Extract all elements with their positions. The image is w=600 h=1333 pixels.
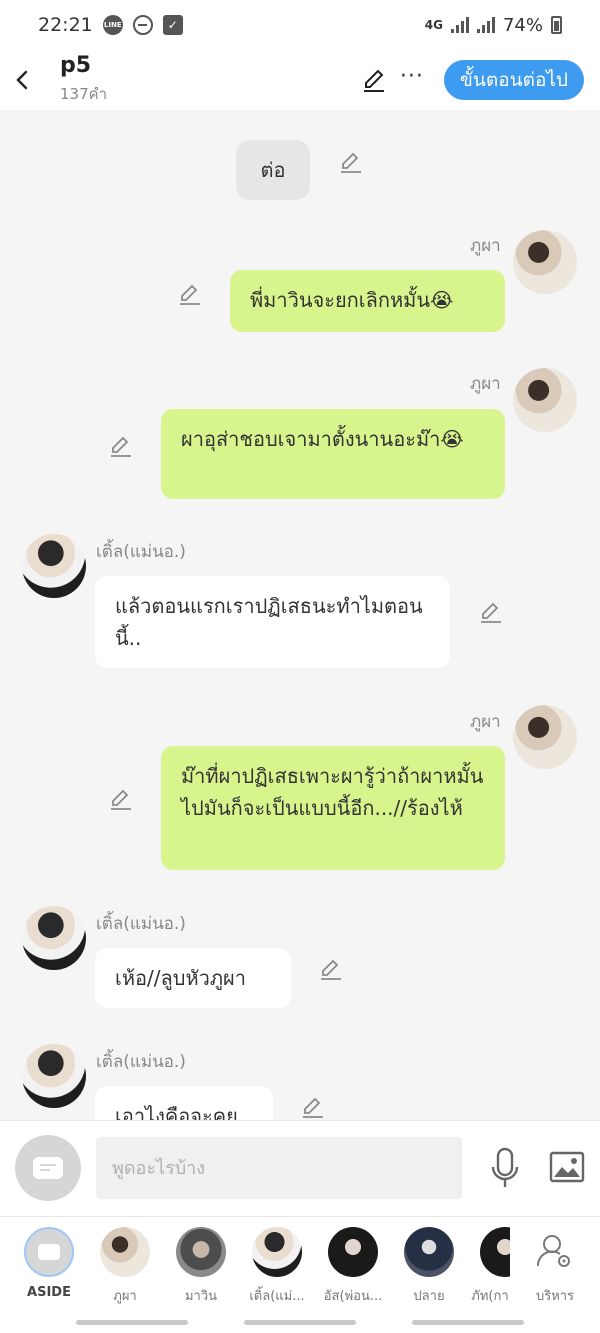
character-label: มาวิน bbox=[184, 1289, 218, 1304]
nav-back[interactable] bbox=[412, 1320, 524, 1325]
aside-toggle-button[interactable] bbox=[15, 1135, 81, 1201]
message-bubble[interactable]: พี่มาวินจะยกเลิกหมั้น😭 bbox=[230, 270, 505, 332]
character-plai[interactable]: ปลาย bbox=[394, 1227, 464, 1306]
avatar bbox=[328, 1227, 378, 1277]
edit-message-icon[interactable] bbox=[478, 600, 504, 626]
title-block: p5 137คำ bbox=[60, 54, 107, 106]
network-type: 4G bbox=[424, 18, 443, 32]
word-count: 137คำ bbox=[60, 85, 108, 103]
narration-bubble[interactable]: ต่อ bbox=[236, 140, 310, 200]
back-button[interactable] bbox=[0, 55, 46, 105]
character-label: อัส(พ่อน... bbox=[323, 1289, 383, 1304]
sender-name: ภูผา bbox=[470, 236, 501, 256]
message-text: พี่มาวินจะยกเลิกหมั้น😭 bbox=[250, 288, 454, 312]
edit-message-icon[interactable] bbox=[108, 434, 134, 460]
character-aside[interactable]: ASIDE bbox=[14, 1227, 84, 1300]
image-icon[interactable] bbox=[549, 1151, 585, 1183]
sender-name: เติ้ล(แม่นอ.) bbox=[96, 1052, 186, 1072]
avatar-tle[interactable] bbox=[22, 906, 86, 970]
battery-percent: 74% bbox=[502, 14, 543, 36]
avatar bbox=[100, 1227, 150, 1277]
sender-name: ภูผา bbox=[470, 712, 501, 732]
manage-characters-button[interactable]: บริหาร bbox=[520, 1227, 590, 1306]
avatar bbox=[480, 1227, 510, 1277]
character-bar: ASIDE ภูผา มาวิน เติ้ล(แม่... อัส(พ่อน..… bbox=[0, 1216, 600, 1312]
character-phupha[interactable]: ภูผา bbox=[90, 1227, 160, 1306]
input-bar bbox=[0, 1120, 600, 1216]
avatar-tle[interactable] bbox=[22, 534, 86, 598]
status-bar: 22:21 LINE ✓ 4G 74% bbox=[0, 0, 600, 50]
message-bubble[interactable]: ม๊าที่ผาปฏิเสธเพาะผารู้ว่าถ้าผาหมั้นไปมั… bbox=[161, 746, 505, 870]
checkbox-notification-icon: ✓ bbox=[162, 15, 183, 35]
do-not-disturb-icon bbox=[132, 15, 153, 35]
system-nav-bar bbox=[0, 1312, 600, 1333]
sender-name: เติ้ล(แม่นอ.) bbox=[96, 914, 186, 934]
character-label: ปลาย bbox=[413, 1289, 445, 1304]
sender-name: ภูผา bbox=[470, 374, 501, 394]
edit-message-icon[interactable] bbox=[318, 957, 344, 983]
aside-icon bbox=[24, 1227, 74, 1277]
character-label: ภูผา bbox=[113, 1289, 137, 1304]
avatar bbox=[176, 1227, 226, 1277]
page-title: p5 bbox=[60, 53, 92, 78]
avatar-tle[interactable] bbox=[22, 1044, 86, 1108]
sender-name: เติ้ล(แม่นอ.) bbox=[96, 542, 186, 562]
character-label: ASIDE bbox=[27, 1285, 71, 1300]
message-text: เอาไงคือจะคุย bbox=[115, 1104, 238, 1120]
user-settings-icon bbox=[530, 1227, 580, 1277]
pencil-icon bbox=[363, 69, 384, 92]
edit-message-icon[interactable] bbox=[108, 787, 134, 813]
narration-text: ต่อ bbox=[260, 158, 286, 182]
message-text: ผาอุส่าชอบเจามาตั้งนานอะม๊า😭 bbox=[181, 427, 464, 451]
character-as[interactable]: อัส(พ่อน... bbox=[318, 1227, 388, 1306]
edit-message-icon[interactable] bbox=[338, 150, 364, 176]
character-label: ภัท(กา bbox=[471, 1289, 509, 1304]
microphone-icon[interactable] bbox=[488, 1147, 522, 1191]
edit-button[interactable] bbox=[356, 62, 392, 98]
avatar bbox=[404, 1227, 454, 1277]
signal-icon-2 bbox=[476, 17, 495, 33]
signal-icon bbox=[450, 17, 469, 33]
character-tle[interactable]: เติ้ล(แม่... bbox=[242, 1227, 312, 1306]
line-notification-icon: LINE bbox=[102, 15, 123, 35]
narration-icon bbox=[33, 1157, 63, 1179]
avatar-phupha[interactable] bbox=[513, 230, 577, 294]
edit-message-icon[interactable] bbox=[177, 282, 203, 308]
avatar bbox=[252, 1227, 302, 1277]
message-text: เห้อ//ลูบหัวภูผา bbox=[115, 966, 247, 990]
edit-message-icon[interactable] bbox=[300, 1095, 326, 1120]
message-input[interactable] bbox=[96, 1137, 462, 1199]
message-bubble[interactable]: ผาอุส่าชอบเจามาตั้งนานอะม๊า😭 bbox=[161, 409, 505, 499]
message-bubble[interactable]: เห้อ//ลูบหัวภูผา bbox=[95, 948, 291, 1008]
chevron-left-icon bbox=[16, 70, 28, 90]
top-bar: p5 137คำ ··· ขั้นตอนต่อไป bbox=[0, 50, 600, 110]
character-phat[interactable]: ภัท(กา bbox=[470, 1227, 510, 1306]
next-step-button[interactable]: ขั้นตอนต่อไป bbox=[443, 60, 584, 100]
character-label: บริหาร bbox=[535, 1289, 575, 1304]
message-bubble[interactable]: เอาไงคือจะคุย bbox=[95, 1086, 273, 1120]
nav-recents[interactable] bbox=[76, 1320, 188, 1325]
character-mawin[interactable]: มาวิน bbox=[166, 1227, 236, 1306]
avatar-phupha[interactable] bbox=[513, 705, 577, 769]
chat-area[interactable]: ต่อ ภูผา พี่มาวินจะยกเลิกหมั้น😭 ภูผา ผาอ… bbox=[0, 110, 600, 1120]
nav-home[interactable] bbox=[244, 1320, 356, 1325]
character-label: เติ้ล(แม่... bbox=[249, 1289, 305, 1304]
more-options-button[interactable]: ··· bbox=[392, 64, 432, 89]
battery-icon bbox=[551, 16, 562, 34]
clock: 22:21 bbox=[38, 14, 93, 36]
avatar-phupha[interactable] bbox=[513, 368, 577, 432]
message-text: แล้วตอนแรกเราปฏิเสธนะทำไมตอนนี้.. bbox=[115, 594, 423, 650]
message-text: ม๊าที่ผาปฏิเสธเพาะผารู้ว่าถ้าผาหมั้นไปมั… bbox=[181, 764, 484, 820]
message-bubble[interactable]: แล้วตอนแรกเราปฏิเสธนะทำไมตอนนี้.. bbox=[95, 576, 450, 668]
